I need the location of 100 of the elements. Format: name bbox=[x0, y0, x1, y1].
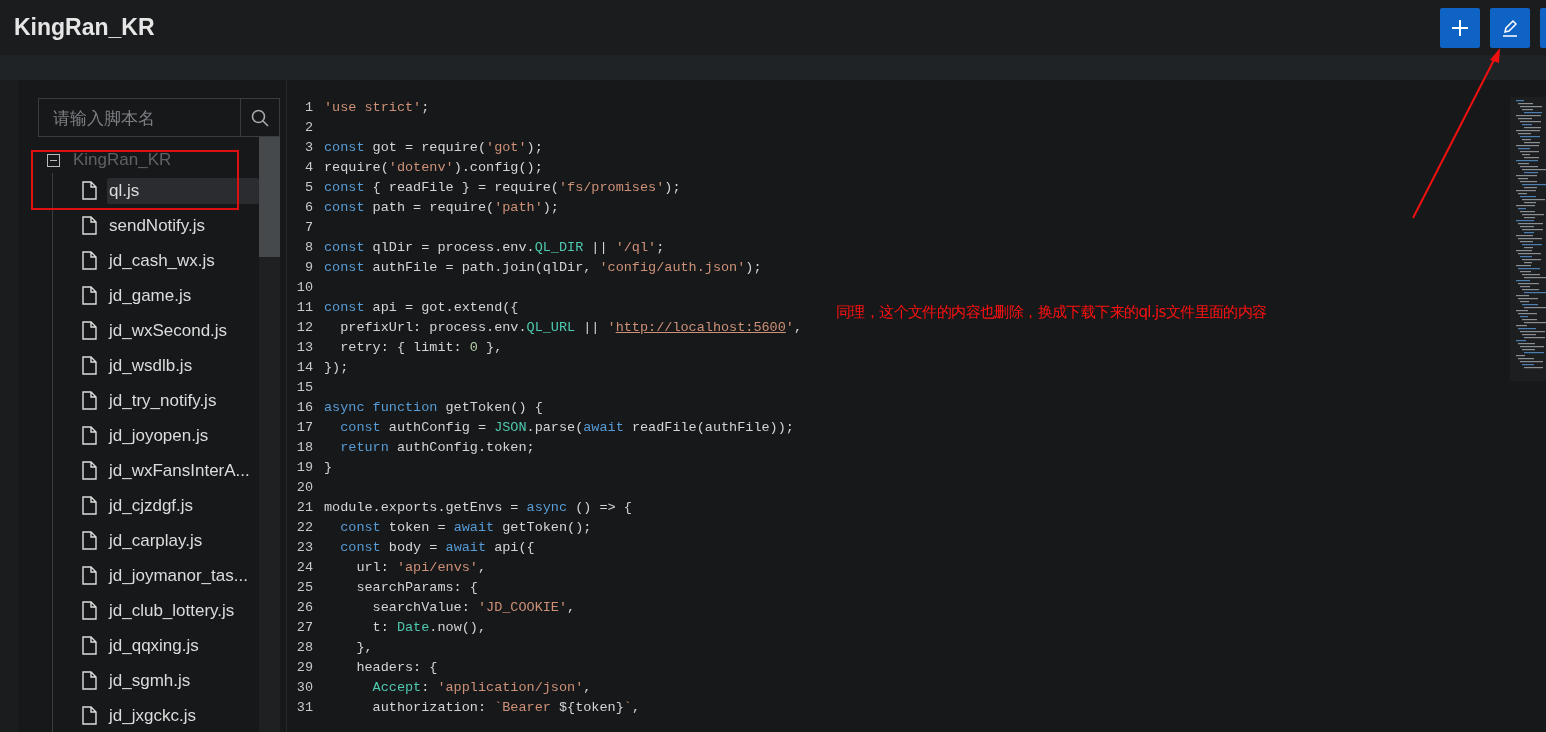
file-item[interactable]: ql.js bbox=[107, 177, 259, 204]
file-icon bbox=[82, 426, 97, 445]
line-number: 19 bbox=[295, 459, 313, 477]
code-line: url: 'api/envs', bbox=[355, 559, 487, 577]
file-icon bbox=[82, 216, 97, 235]
code-line: t: Date.now(), bbox=[371, 619, 487, 637]
line-number: 26 bbox=[295, 599, 313, 617]
code-line: const authConfig = JSON.parse(await readFile(authFile)); bbox=[339, 419, 794, 437]
code-line: require('dotenv').config(); bbox=[324, 159, 543, 177]
file-icon bbox=[82, 531, 97, 550]
file-icon bbox=[82, 671, 97, 690]
file-item[interactable]: jd_joyopen.js bbox=[107, 422, 259, 449]
file-icon bbox=[82, 251, 97, 270]
code-line: retry: { limit: 0 }, bbox=[339, 339, 503, 357]
code-line: return authConfig.token; bbox=[339, 439, 535, 457]
file-item[interactable]: jd_sgmh.js bbox=[107, 667, 259, 694]
line-number: 28 bbox=[295, 639, 313, 657]
file-icon bbox=[82, 601, 97, 620]
search-field[interactable]: 请输入脚本名 bbox=[38, 98, 240, 137]
code-line: searchParams: { bbox=[355, 579, 478, 597]
code-line: headers: { bbox=[355, 659, 438, 677]
line-number: 31 bbox=[295, 699, 313, 717]
line-number: 12 bbox=[295, 319, 313, 337]
file-item[interactable]: jd_wsdlb.js bbox=[107, 352, 259, 379]
file-item[interactable]: jd_cash_wx.js bbox=[107, 247, 259, 274]
file-icon bbox=[82, 566, 97, 585]
app-title: KingRan_KR bbox=[14, 14, 155, 41]
file-icon bbox=[82, 461, 97, 480]
code-line: const api = got.extend({ bbox=[324, 299, 519, 317]
code-line: authorization: `Bearer ${token}`, bbox=[371, 699, 640, 717]
code-line: searchValue: 'JD_COOKIE', bbox=[371, 599, 576, 617]
line-number: 3 bbox=[303, 139, 313, 157]
code-line: module.exports.getEnvs = async () => { bbox=[324, 499, 632, 517]
code-line: Accept: 'application/json', bbox=[371, 679, 592, 697]
file-item[interactable]: sendNotify.js bbox=[107, 212, 259, 239]
line-number: 17 bbox=[295, 419, 313, 437]
line-number: 11 bbox=[295, 299, 313, 317]
code-line: const path = require('path'); bbox=[324, 199, 559, 217]
line-number: 5 bbox=[303, 179, 313, 197]
plus-icon bbox=[1451, 18, 1469, 37]
line-number: 18 bbox=[295, 439, 313, 457]
file-icon bbox=[82, 636, 97, 655]
code-line: const token = await getToken(); bbox=[339, 519, 592, 537]
code-line: const { readFile } = require('fs/promises'); bbox=[324, 179, 681, 197]
code-line: async function getToken() { bbox=[324, 399, 543, 417]
file-item[interactable]: jd_club_lottery.js bbox=[107, 597, 259, 624]
line-number: 16 bbox=[295, 399, 313, 417]
line-number: 20 bbox=[295, 479, 313, 497]
line-number: 2 bbox=[303, 119, 313, 137]
file-icon bbox=[82, 391, 97, 410]
annotation-text: 同理，这个文件的内容也删除，换成下载下来的ql.js文件里面的内容 bbox=[836, 303, 1267, 322]
line-number: 30 bbox=[295, 679, 313, 697]
code-line: } bbox=[324, 459, 333, 477]
file-item[interactable]: jd_wxFansInterA... bbox=[107, 457, 259, 484]
add-button[interactable] bbox=[1440, 7, 1480, 48]
line-number: 15 bbox=[295, 379, 313, 397]
code-line: const got = require('got'); bbox=[324, 139, 543, 157]
code-line: }, bbox=[355, 639, 373, 657]
scrollbar[interactable] bbox=[259, 137, 280, 732]
line-number: 7 bbox=[303, 219, 313, 237]
file-item[interactable]: jd_cjzdgf.js bbox=[107, 492, 259, 519]
code-line: const qlDir = process.env.QL_DIR || '/ql'; bbox=[324, 239, 665, 257]
line-number: 14 bbox=[295, 359, 313, 377]
code-line: prefixUrl: process.env.QL_URL || 'http://localhost:5600', bbox=[339, 319, 803, 337]
file-icon bbox=[82, 286, 97, 305]
file-icon bbox=[82, 181, 97, 200]
file-icon bbox=[82, 706, 97, 725]
line-number: 4 bbox=[303, 159, 313, 177]
file-item[interactable]: jd_wxSecond.js bbox=[107, 317, 259, 344]
code-line: }); bbox=[324, 359, 349, 377]
code-line: const body = await api({ bbox=[339, 539, 535, 557]
line-number: 25 bbox=[295, 579, 313, 597]
line-number: 22 bbox=[295, 519, 313, 537]
code-line: 'use strict'; bbox=[324, 99, 430, 117]
line-number: 23 bbox=[295, 539, 313, 557]
collapse-icon[interactable] bbox=[47, 153, 60, 167]
line-number: 9 bbox=[303, 259, 313, 277]
code-line: const authFile = path.join(qlDir, 'config/auth.json'); bbox=[324, 259, 762, 277]
file-icon bbox=[82, 356, 97, 375]
line-number: 10 bbox=[295, 279, 313, 297]
file-item[interactable]: jd_jxgckc.js bbox=[107, 702, 259, 729]
search-button[interactable] bbox=[240, 98, 280, 137]
line-number: 13 bbox=[295, 339, 313, 357]
file-icon bbox=[82, 496, 97, 515]
pencil-icon bbox=[1500, 17, 1520, 38]
file-item[interactable]: jd_game.js bbox=[107, 282, 259, 309]
file-item[interactable]: jd_try_notify.js bbox=[107, 387, 259, 414]
file-item[interactable]: jd_joymanor_tas... bbox=[107, 562, 259, 589]
file-item[interactable]: jd_carplay.js bbox=[107, 527, 259, 554]
line-number: 1 bbox=[303, 99, 313, 117]
edit-button[interactable] bbox=[1490, 7, 1530, 48]
line-number: 8 bbox=[303, 239, 313, 257]
line-number: 29 bbox=[295, 659, 313, 677]
line-number: 24 bbox=[295, 559, 313, 577]
search-icon bbox=[251, 108, 269, 127]
line-number: 6 bbox=[303, 199, 313, 217]
line-number: 21 bbox=[295, 499, 313, 517]
file-icon bbox=[82, 321, 97, 340]
file-item[interactable]: jd_qqxing.js bbox=[107, 632, 259, 659]
line-number: 27 bbox=[295, 619, 313, 637]
